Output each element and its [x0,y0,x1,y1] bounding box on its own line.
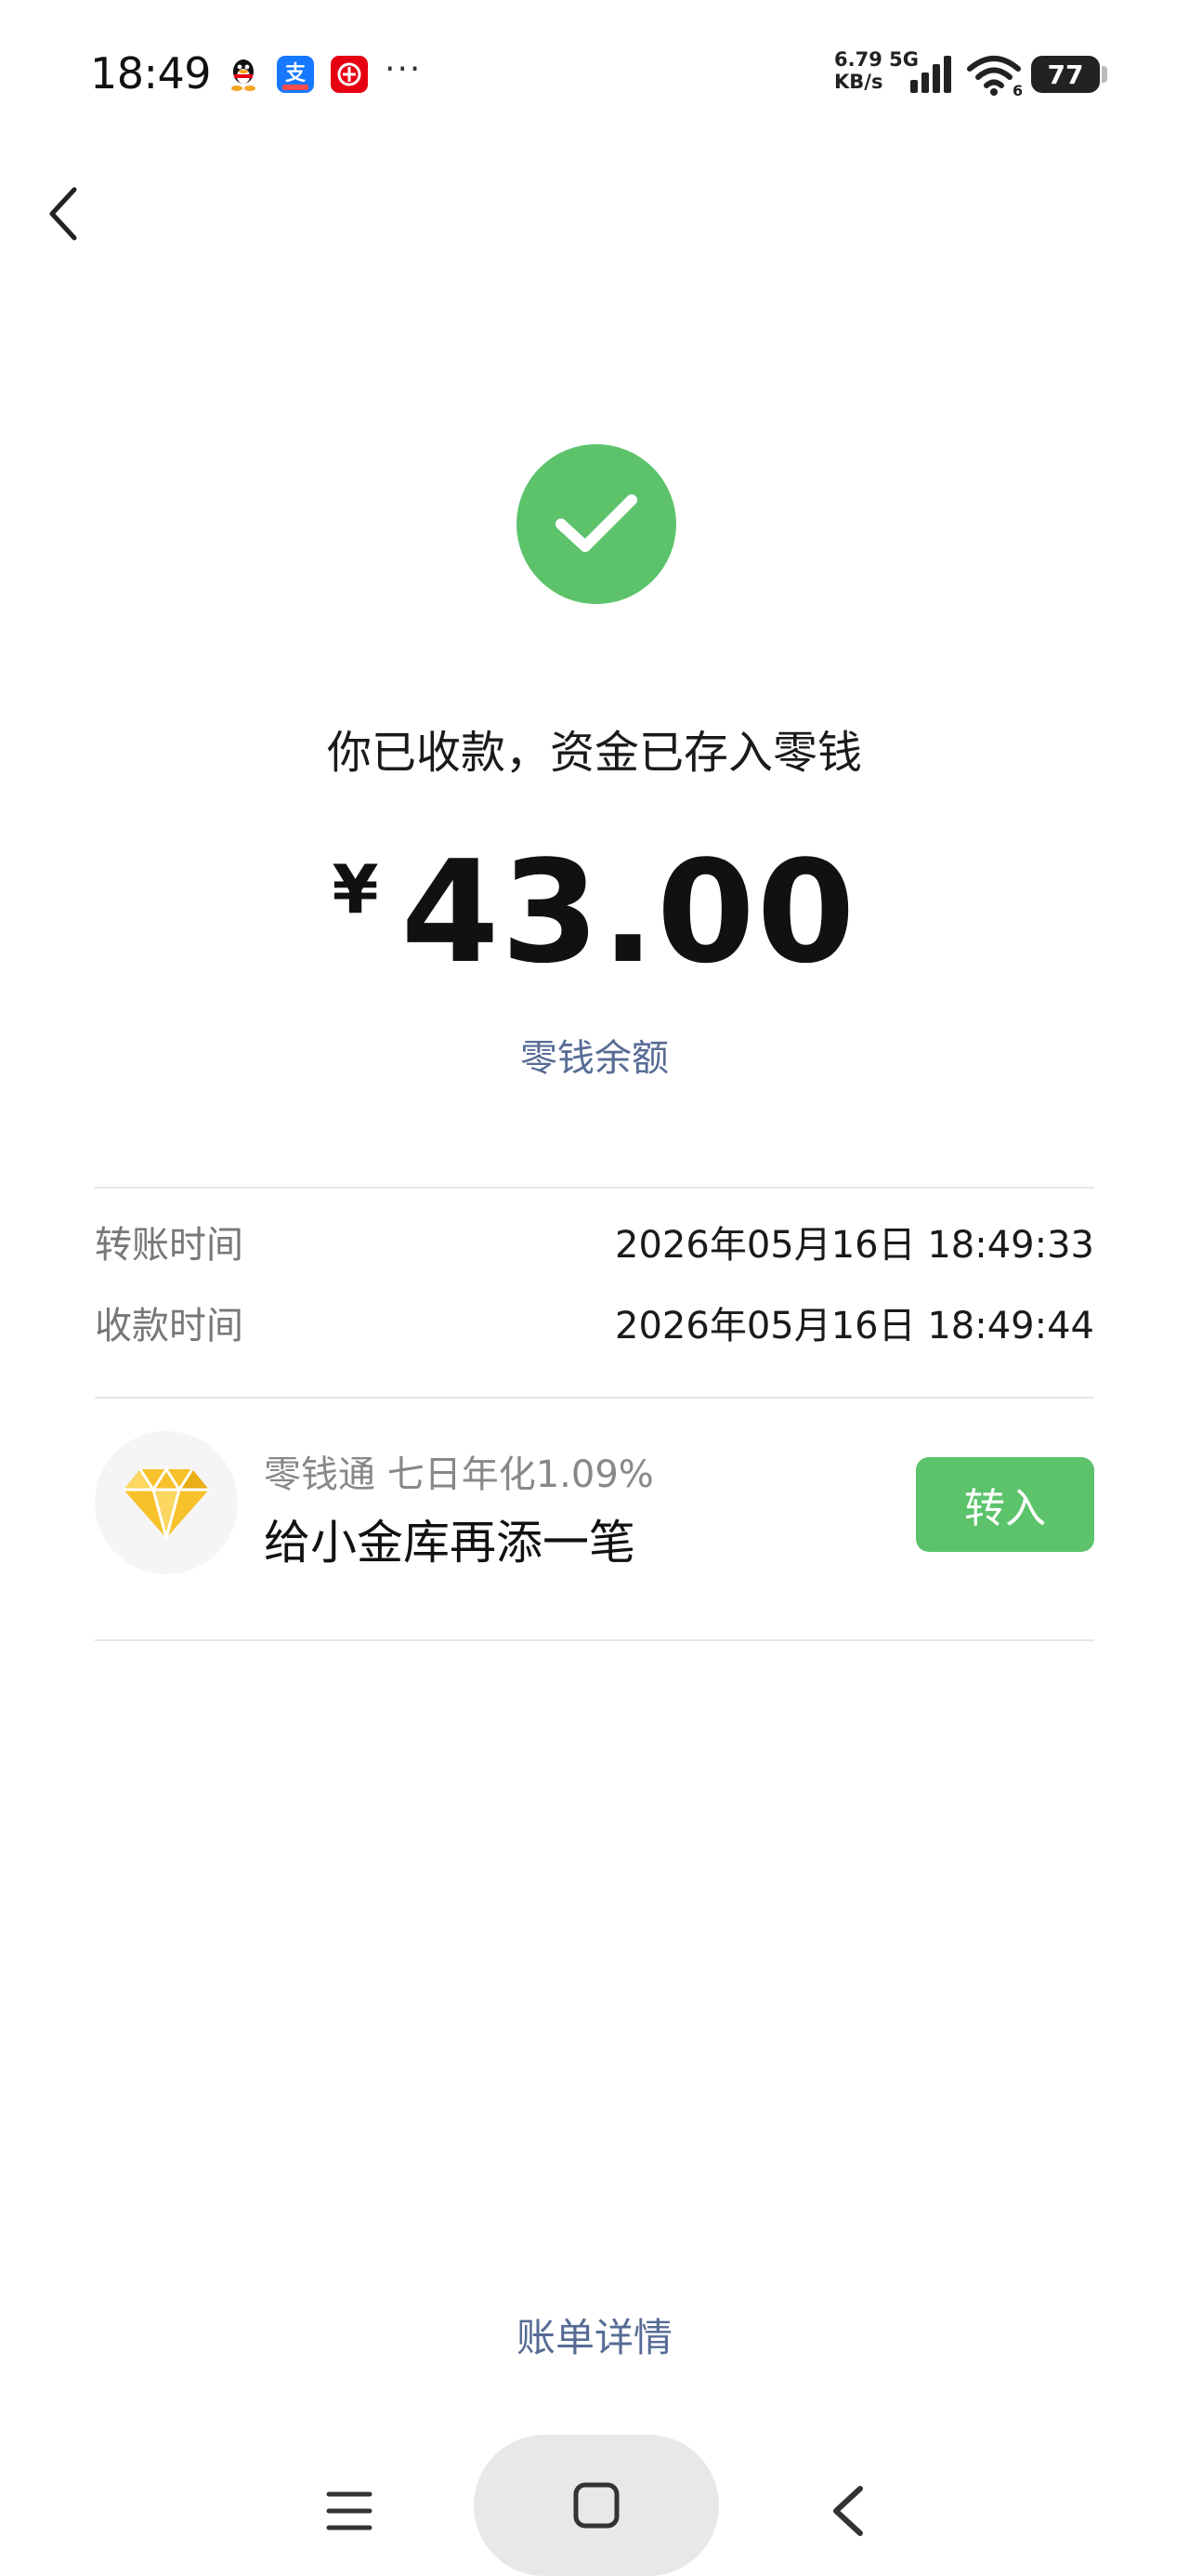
detail-label: 收款时间 [95,1305,243,1347]
divider [95,1187,1094,1189]
status-time: 18:49 [90,48,212,99]
promo-title: 给小金库再添一笔 [264,1516,635,1570]
amount-value: 43.00 [400,830,857,994]
battery-nub [1102,66,1107,83]
home-button[interactable] [474,2435,719,2576]
svg-text:支: 支 [285,62,307,85]
transfer-in-button[interactable]: 转入 [916,1457,1094,1552]
qq-icon [225,56,262,93]
back-button[interactable] [35,181,91,246]
battery-indicator: 77 [1031,56,1100,93]
checkmark-circle-icon [516,444,676,604]
detail-row-receive-time: 收款时间 2026年05月16日 18:49:44 [95,1295,1094,1350]
more-notifications-icon: ··· [385,50,423,88]
home-icon [573,2482,620,2529]
signal-icon [907,54,955,95]
divider [95,1397,1094,1399]
amount: ¥43.00 [0,830,1189,994]
diamond-icon [95,1431,238,1574]
menu-icon[interactable] [323,2485,375,2537]
bill-details-link[interactable]: 账单详情 [0,2307,1189,2363]
status-bar: 18:49 支 ··· 6.79 5G KB/s 6 77 [0,0,1189,149]
balance-link[interactable]: 零钱余额 [0,1028,1189,1082]
detail-value: 2026年05月16日 18:49:33 [615,1224,1094,1267]
detail-label: 转账时间 [95,1224,243,1267]
detail-value: 2026年05月16日 18:49:44 [615,1305,1094,1347]
divider [95,1639,1094,1641]
currency-symbol: ¥ [332,850,379,928]
wifi-label: 6 [1013,82,1022,97]
alipay-icon: 支 [277,56,314,93]
detail-row-transfer-time: 转账时间 2026年05月16日 18:49:33 [95,1214,1094,1269]
success-message: 你已收款，资金已存入零钱 [326,727,862,779]
net-speed-value: 6.79 [834,48,882,71]
bank-icon [331,56,368,93]
system-navigation-bar [0,2425,1189,2576]
promo-subtitle: 零钱通 七日年化1.09% [264,1453,654,1496]
lingqiantong-promo: 零钱通 七日年化1.09% 给小金库再添一笔 转入 [95,1431,1094,1576]
wifi-icon: 6 [966,54,1023,99]
chevron-left-icon [49,187,77,241]
back-icon[interactable] [823,2483,875,2539]
